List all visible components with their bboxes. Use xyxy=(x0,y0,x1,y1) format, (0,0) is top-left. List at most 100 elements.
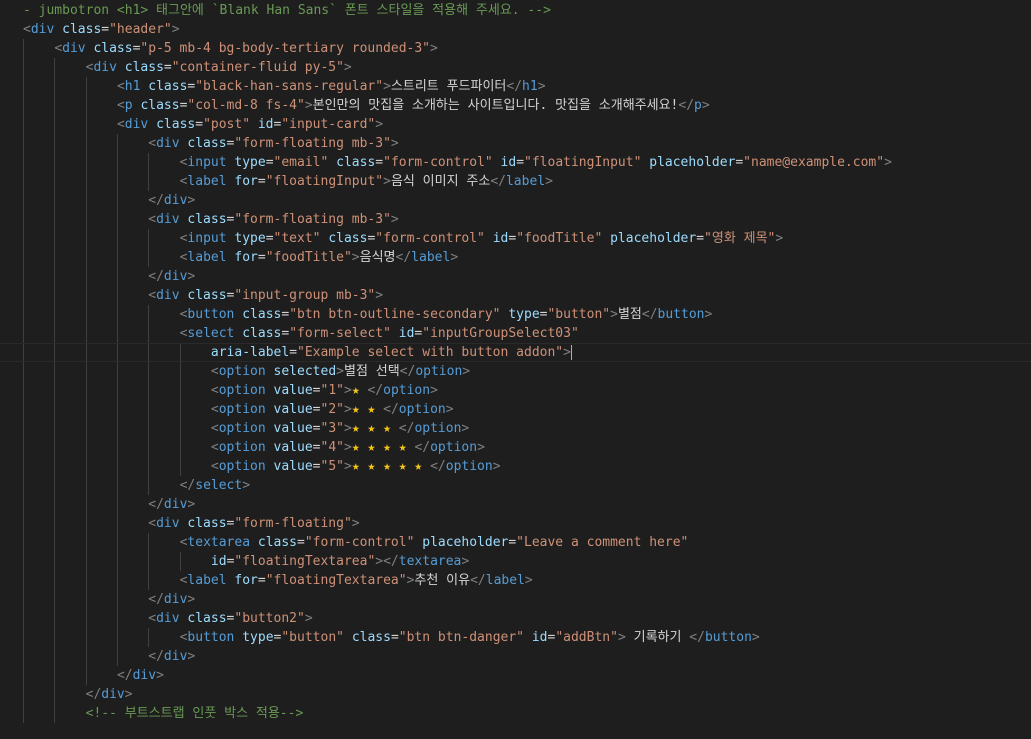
code-token: 스트리트 푸드파이터 xyxy=(390,79,507,94)
code-line[interactable]: <button class="btn btn-outline-secondary… xyxy=(0,305,1031,324)
code-token: </ xyxy=(179,478,196,493)
code-token: > xyxy=(171,22,180,37)
code-token: select xyxy=(187,326,235,341)
code-token: "foodTitle" xyxy=(265,250,352,265)
code-token: > xyxy=(187,193,196,208)
code-token: "input-card" xyxy=(281,117,376,132)
code-token: = xyxy=(281,326,290,341)
code-line[interactable]: id="floatingTextarea"></textarea> xyxy=(0,552,1031,571)
code-token: value xyxy=(273,440,313,455)
code-line[interactable]: <div class="button2"> xyxy=(0,609,1031,628)
code-line[interactable]: <option selected>별점 선택</option> xyxy=(0,362,1031,381)
code-token: > xyxy=(343,60,352,75)
code-token: > xyxy=(430,41,438,56)
code-token: > xyxy=(450,250,459,265)
code-token: < xyxy=(210,364,219,379)
code-line[interactable]: <option value="2">★ ★ </option> xyxy=(0,400,1031,419)
code-token: > xyxy=(524,573,533,588)
code-line[interactable]: <div class="container-fluid py-5"> xyxy=(0,58,1031,77)
code-line[interactable]: </div> xyxy=(0,590,1031,609)
code-token: "email" xyxy=(273,155,329,170)
code-token: > xyxy=(124,687,133,702)
code-token: class xyxy=(187,288,227,303)
code-line[interactable]: </div> xyxy=(0,666,1031,685)
code-line[interactable]: <label for="floatingTextarea">추천 이유</lab… xyxy=(0,571,1031,590)
code-line[interactable]: <div class="header"> xyxy=(0,20,1031,39)
code-token: value xyxy=(273,383,313,398)
code-token: "post" xyxy=(203,117,251,132)
code-line[interactable]: </select> xyxy=(0,476,1031,495)
code-token: > xyxy=(187,497,196,512)
star-rating-glyphs: ★ ★ xyxy=(351,402,376,417)
code-line[interactable]: <label for="floatingInput">음식 이미지 주소</la… xyxy=(0,172,1031,191)
code-token: p xyxy=(124,98,133,113)
code-token: = xyxy=(390,630,399,645)
code-line[interactable]: </div> xyxy=(0,495,1031,514)
code-line[interactable]: <div class="post" id="input-card"> xyxy=(0,115,1031,134)
code-token: > xyxy=(492,459,501,474)
code-line[interactable]: <select class="form-select" id="inputGro… xyxy=(0,324,1031,343)
code-line[interactable]: <div class="input-group mb-3"> xyxy=(0,286,1031,305)
code-line[interactable]: <option value="1">★ </option> xyxy=(0,381,1031,400)
code-token: id xyxy=(398,326,415,341)
code-token: "col-md-8 fs-4" xyxy=(187,98,305,113)
code-line[interactable]: </div> xyxy=(0,685,1031,704)
code-token: div xyxy=(30,22,55,37)
code-token: "form-select" xyxy=(289,326,391,341)
code-line[interactable]: <input type="email" class="form-control"… xyxy=(0,153,1031,172)
code-token: p xyxy=(694,98,702,113)
code-token: = xyxy=(508,231,517,246)
code-line[interactable]: aria-label="Example select with button a… xyxy=(0,343,1031,362)
code-token: > xyxy=(375,117,384,132)
code-line[interactable]: <label for="foodTitle">음식명</label> xyxy=(0,248,1031,267)
code-line[interactable]: <option value="4">★ ★ ★ ★ </option> xyxy=(0,438,1031,457)
code-line[interactable]: - jumbotron <h1> 태그안에 `Blank Han Sans` 폰… xyxy=(0,1,1031,20)
code-token: </ xyxy=(490,174,506,189)
code-line[interactable]: <p class="col-md-8 fs-4">본인만의 맛집을 소개하는 사… xyxy=(0,96,1031,115)
code-line[interactable]: <div class="p-5 mb-4 bg-body-tertiary ro… xyxy=(0,39,1031,58)
code-line[interactable]: <button type="button" class="btn btn-dan… xyxy=(0,628,1031,647)
code-token: h1 xyxy=(522,79,538,94)
code-line[interactable]: <option value="3">★ ★ ★ </option> xyxy=(0,419,1031,438)
code-line[interactable]: </div> xyxy=(0,267,1031,286)
code-token: </ xyxy=(116,668,133,683)
code-token: - jumbotron <h1> 태그안에 `Blank Han Sans` 폰… xyxy=(23,3,551,18)
code-line[interactable]: <div class="form-floating"> xyxy=(0,514,1031,533)
code-token: div xyxy=(163,592,188,607)
code-line[interactable]: </div> xyxy=(0,191,1031,210)
code-token: class xyxy=(93,41,133,56)
code-token: option xyxy=(415,364,463,379)
code-token: placeholder xyxy=(649,155,736,170)
code-token: class xyxy=(187,611,227,626)
code-token: "foodTitle" xyxy=(516,231,603,246)
code-line[interactable]: <textarea class="form-control" placehold… xyxy=(0,533,1031,552)
code-token: "floatingTextarea" xyxy=(234,554,376,569)
code-token: <!-- 부트스트랩 인풋 박스 적용--> xyxy=(85,706,304,721)
code-token: </ xyxy=(148,649,164,664)
code-token: div xyxy=(93,60,117,75)
code-token: > xyxy=(187,649,196,664)
code-line[interactable]: <!-- 부트스트랩 인풋 박스 적용--> xyxy=(0,704,1031,723)
code-token: div xyxy=(156,212,180,227)
code-line[interactable]: <div class="form-floating mb-3"> xyxy=(0,134,1031,153)
code-token: for xyxy=(234,250,258,265)
code-token: select xyxy=(195,478,243,493)
code-line[interactable]: <div class="form-floating mb-3"> xyxy=(0,210,1031,229)
code-token: textarea xyxy=(187,535,251,550)
code-line[interactable]: </div> xyxy=(0,647,1031,666)
code-token: class xyxy=(124,60,164,75)
code-line[interactable]: <input type="text" class="form-control" … xyxy=(0,229,1031,248)
code-line[interactable]: <option value="5">★ ★ ★ ★ ★ </option> xyxy=(0,457,1031,476)
code-editor[interactable]: - jumbotron <h1> 태그안에 `Blank Han Sans` 폰… xyxy=(0,0,1031,739)
code-token: label xyxy=(505,174,546,189)
code-line[interactable]: <h1 class="black-han-sans-regular">스트리트 … xyxy=(0,77,1031,96)
code-token: "1" xyxy=(320,383,344,398)
code-token: </ xyxy=(148,269,164,284)
code-token: "inputGroupSelect03" xyxy=(422,326,579,341)
code-token: option xyxy=(218,383,266,398)
code-token: = xyxy=(101,22,110,37)
code-token: = xyxy=(265,231,274,246)
